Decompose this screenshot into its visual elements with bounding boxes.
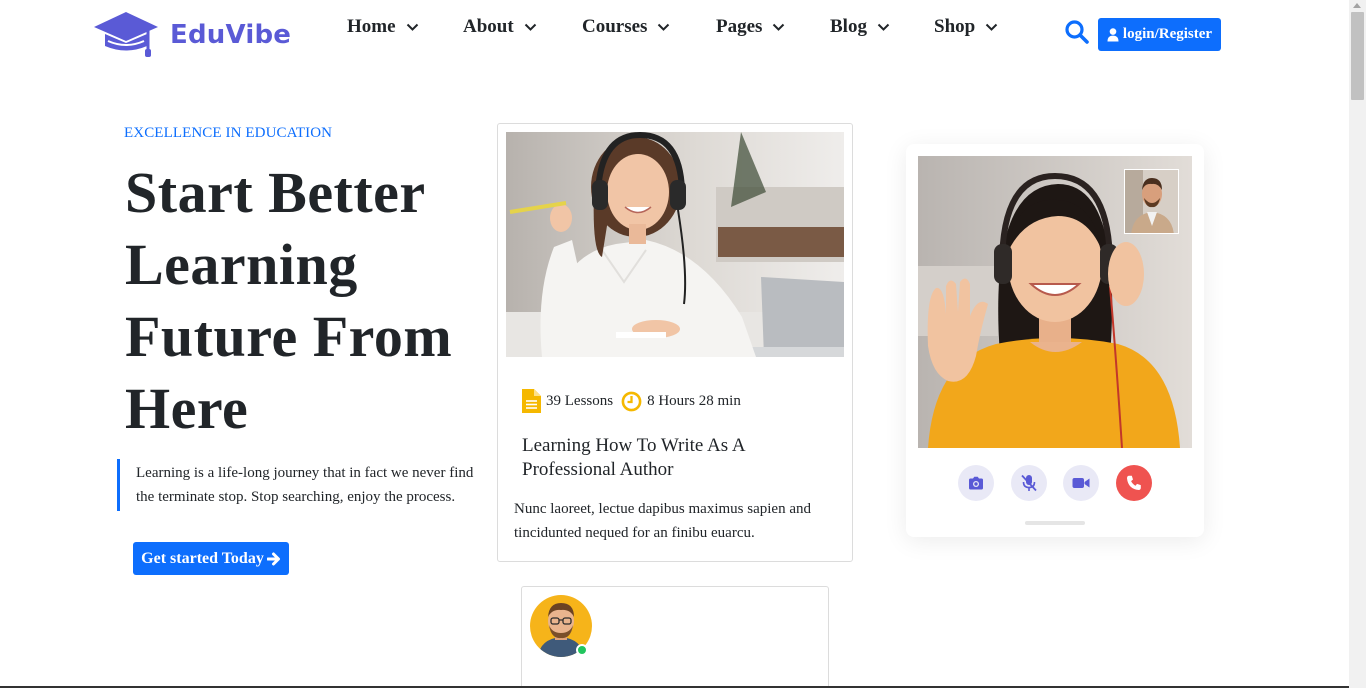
mic-off-icon — [1021, 474, 1037, 492]
nav-item-label: About — [463, 16, 514, 37]
camera-icon — [969, 476, 983, 490]
chevron-down-icon — [773, 23, 785, 31]
get-started-button[interactable]: Get started Today — [133, 542, 289, 575]
nav-item-blog[interactable]: Blog — [830, 16, 890, 38]
camera-button[interactable] — [958, 465, 994, 501]
chevron-down-icon — [524, 23, 536, 31]
instructor-card — [521, 586, 829, 688]
course-meta: 39 Lessons 8 Hours 28 min — [522, 389, 741, 413]
nav-item-label: Pages — [716, 16, 763, 37]
nav-item-home[interactable]: Home — [347, 16, 419, 38]
online-status-dot — [576, 644, 588, 656]
course-image[interactable] — [506, 132, 844, 357]
file-icon — [522, 389, 541, 413]
mute-button[interactable] — [1011, 465, 1047, 501]
arrow-right-icon — [266, 552, 280, 565]
pip-video[interactable] — [1124, 169, 1179, 234]
page-scrollbar[interactable] — [1349, 0, 1366, 688]
brand-name: EduVibe — [170, 20, 292, 50]
login-register-label: login/Register — [1122, 26, 1213, 42]
video-call-card — [906, 144, 1204, 537]
course-description: Nunc laoreet, lectue dapibus maximus sap… — [514, 501, 811, 541]
video-call-image — [918, 156, 1192, 448]
nav-item-shop[interactable]: Shop — [934, 16, 998, 38]
chevron-down-icon — [658, 23, 670, 31]
chevron-down-icon — [406, 23, 418, 31]
phone-hangup-icon — [1127, 475, 1141, 490]
video-button[interactable] — [1063, 465, 1099, 501]
course-title[interactable]: Learning How To Write As A Professional … — [522, 434, 822, 482]
end-call-button[interactable] — [1116, 465, 1152, 501]
course-duration: 8 Hours 28 min — [647, 392, 741, 409]
course-lessons: 39 Lessons — [546, 392, 614, 409]
graduation-cap-icon — [94, 12, 158, 57]
chevron-down-icon — [985, 23, 998, 31]
scroll-thumb[interactable] — [1351, 12, 1364, 100]
search-icon — [1065, 20, 1089, 44]
nav-item-pages[interactable]: Pages — [716, 16, 785, 38]
nav-item-label: Courses — [582, 16, 648, 37]
scroll-up-arrow-icon[interactable] — [1353, 3, 1361, 8]
nav-item-label: Shop — [934, 16, 976, 37]
search-button[interactable] — [1064, 19, 1090, 45]
hero-description: Learning is a life-long journey that in … — [117, 459, 477, 511]
hero-eyebrow: EXCELLENCE IN EDUCATION — [124, 125, 333, 141]
nav-item-label: Home — [347, 16, 396, 37]
get-started-label: Get started Today — [141, 549, 264, 567]
call-controls — [906, 465, 1204, 501]
clock-icon — [621, 391, 642, 411]
login-register-button[interactable]: login/Register — [1098, 18, 1221, 51]
nav-item-label: Blog — [830, 16, 867, 37]
user-icon — [1107, 27, 1119, 41]
nav-item-courses[interactable]: Courses — [582, 16, 670, 38]
drag-handle[interactable] — [1025, 521, 1085, 525]
brand-logo[interactable]: EduVibe — [93, 11, 291, 59]
hero-title: Start Better Learning Future From Here — [125, 160, 453, 441]
course-card[interactable]: 39 Lessons 8 Hours 28 min Learning How T… — [497, 123, 853, 562]
chevron-down-icon — [877, 23, 890, 31]
video-icon — [1072, 478, 1090, 488]
nav-item-about[interactable]: About — [463, 16, 537, 38]
